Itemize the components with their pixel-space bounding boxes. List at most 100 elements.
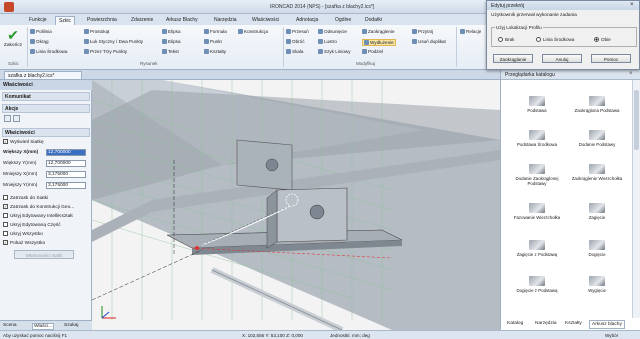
tab-dodatki[interactable]: Dodatki [362,16,385,25]
catalog-item[interactable]: Dogięcie z Podstawą [509,276,565,293]
close-icon[interactable]: × [629,71,633,77]
three-point-arc-icon [84,49,89,55]
close-icon[interactable]: × [630,2,634,8]
relacje-button[interactable]: Relacje [460,29,481,35]
catalog-item[interactable]: Zagięcie z Podstawą [509,240,565,257]
tab-wlasciwosci[interactable]: Właściwości [249,16,282,25]
corner-chamfer-icon [529,203,545,213]
tab-katalog[interactable]: Katalog [505,320,525,327]
tab-ksztalty[interactable]: Kształty [563,320,584,327]
obroc-button[interactable]: Obróć [286,39,305,45]
label: Brak [505,37,515,42]
linia-srodkowa-button[interactable]: Linia Środkowa [30,49,68,55]
okrag-button[interactable]: Okrąg [30,39,49,45]
check-zatrzask-konstrukcji[interactable]: ✓ Zatrzask do Konstrukcji Geo... [3,204,74,210]
zakoncz-button[interactable]: ✔ Zakończ [3,28,23,48]
catalog-item[interactable]: Zaokrąglenie Wierzchołka [569,164,625,181]
wiekszy-x-input[interactable]: 12,700000 [46,149,86,156]
lustro-button[interactable]: Lustro [318,39,337,45]
przesun-button[interactable]: Przesuń [286,29,309,35]
check-ukryj-czesc[interactable]: Ukryj Edytowaną Część [3,222,61,228]
konstrukcja-button[interactable]: Konstrukcja [238,29,268,35]
catalog-item[interactable]: Podstawa Środkowa [509,130,565,147]
bend-with-stock-icon [529,240,545,250]
action-icon[interactable] [4,115,11,122]
tab-adnotacja[interactable]: Adnotacja [293,16,321,25]
skala-button[interactable]: Skala [286,49,304,55]
usun-duplikat-button[interactable]: Usuń duplikat [412,39,446,45]
scroll-thumb[interactable] [634,90,639,150]
przez-trzy-punkty-button[interactable]: Przez Trzy Punkty [84,49,127,55]
circle-icon [30,39,35,45]
tab-arkusz-blachy[interactable]: Arkusz Blachy [163,16,201,25]
mniejszy-y-input[interactable]: 3,175000 [46,182,86,189]
tab-narzedzia[interactable]: Narzędzia [211,16,240,25]
wydluzenie-button[interactable]: Wydłużenie [362,39,396,47]
tab-arkusz-blachy-catalog[interactable]: Arkusz blachy [589,320,625,329]
check-zatrzask-siatki[interactable]: Zatrzask do Siatki [3,195,48,201]
check-ukryj-intellikształt[interactable]: Ukryj Edytowany IntelliKształt [3,213,73,219]
label: Linia Środkowa [36,49,68,54]
radio-icon [536,37,541,43]
catalog-item[interactable]: Fazowanie Wierzchołka [509,203,565,220]
point-icon [204,39,209,45]
odsuniecie-button[interactable]: Odsunięcie [318,29,347,35]
podziel-button[interactable]: Podziel [362,49,383,55]
action-icon[interactable] [13,115,20,122]
help-button[interactable]: Pomoc [591,54,631,63]
check-ukryj-wszystko[interactable]: Ukryj Wszystko [3,231,43,237]
label: Polilinia [36,29,52,34]
prostokat-button[interactable]: Prostokąt [84,29,109,35]
3d-viewport[interactable] [92,80,500,330]
tab-zdarzenie[interactable]: Zdarzenie [128,16,156,25]
bend-icon [589,203,605,213]
radio-obie[interactable]: Obie [594,37,611,43]
section-komunikat[interactable]: Komunikat [2,92,90,101]
radio-brak[interactable]: Brak [498,37,515,43]
panel-title: Właściwości [0,80,92,90]
zaokraglenie-button[interactable]: Zaokrąglenie [362,29,395,35]
rectangle-icon [84,29,89,35]
formula-button[interactable]: Formuła [204,29,227,35]
tab-narzedzia-catalog[interactable]: Narzędzia [533,320,559,327]
app-logo-icon[interactable] [4,2,14,12]
document-tab[interactable]: szafka z blachy2.ics* [4,71,82,80]
grid-properties-button[interactable]: Właściwości siatki [14,250,74,259]
tab-szkic[interactable]: Szkic [55,16,75,25]
tekst-button[interactable]: Tekst [162,49,179,55]
elipsa-2-button[interactable]: Elipsa [162,39,181,45]
tab-powierzchnia[interactable]: Powierzchnia [84,16,120,25]
catalog-item[interactable]: Dogięcie [569,240,625,257]
radio-linia-srodkowa[interactable]: Linia Środkowa [536,37,574,43]
tab-funkcje[interactable]: Funkcje [26,16,50,25]
polilinia-button[interactable]: Polilinia [30,29,52,35]
szyk-liniowy-button[interactable]: Szyk Liniowy [318,49,351,55]
mniejszy-x-input[interactable]: 3,175000 [46,171,86,178]
check-pokaz-wszystko[interactable]: ✓ Pokaż Wszystko [3,240,45,246]
wiekszy-y-input[interactable]: 12,700000 [46,160,86,167]
zaokraglanie-button[interactable]: Zaokrąglanie [493,54,533,63]
checkbox-icon [3,213,8,218]
luk-styczny-button[interactable]: Łuk Styczny / Dwa Punkty [84,39,143,45]
elipsa-button[interactable]: Elipsa [162,29,181,35]
ksztalty-button[interactable]: Kształty [204,49,226,55]
tab-wlasciwosci-panel[interactable]: Właści... [32,323,55,330]
catalog-item[interactable]: Wygięcie [569,276,625,293]
tab-scena[interactable]: Scena [3,323,17,328]
tab-szukaj[interactable]: Szukaj [64,323,78,328]
catalog-item[interactable]: Dodanie Zaokrąglonej Podstawy [509,164,565,186]
label: Formuła [210,29,227,34]
section-akcje[interactable]: Akcje [2,104,90,113]
tab-ogolne[interactable]: Ogólne [332,16,354,25]
catalog-item[interactable]: Podstawa [509,96,565,113]
show-grid-checkbox[interactable]: ✓ Wyświetl Siatkę [3,139,44,145]
punkt-button[interactable]: Punkt [204,39,222,45]
przytnij-button[interactable]: Przytnij [412,29,433,35]
catalog-item[interactable]: Zagięcie [569,203,625,220]
section-wlasciwosci[interactable]: Właściwości [2,128,90,137]
catalog-item[interactable]: Dodanie Podstawy [569,130,625,147]
cancel-button[interactable]: Anuluj [542,54,582,63]
catalog-scrollbar[interactable] [632,80,640,318]
catalog-item[interactable]: Zaokrąglona Podstawa [569,96,625,113]
rounded-stock-icon [589,96,605,106]
